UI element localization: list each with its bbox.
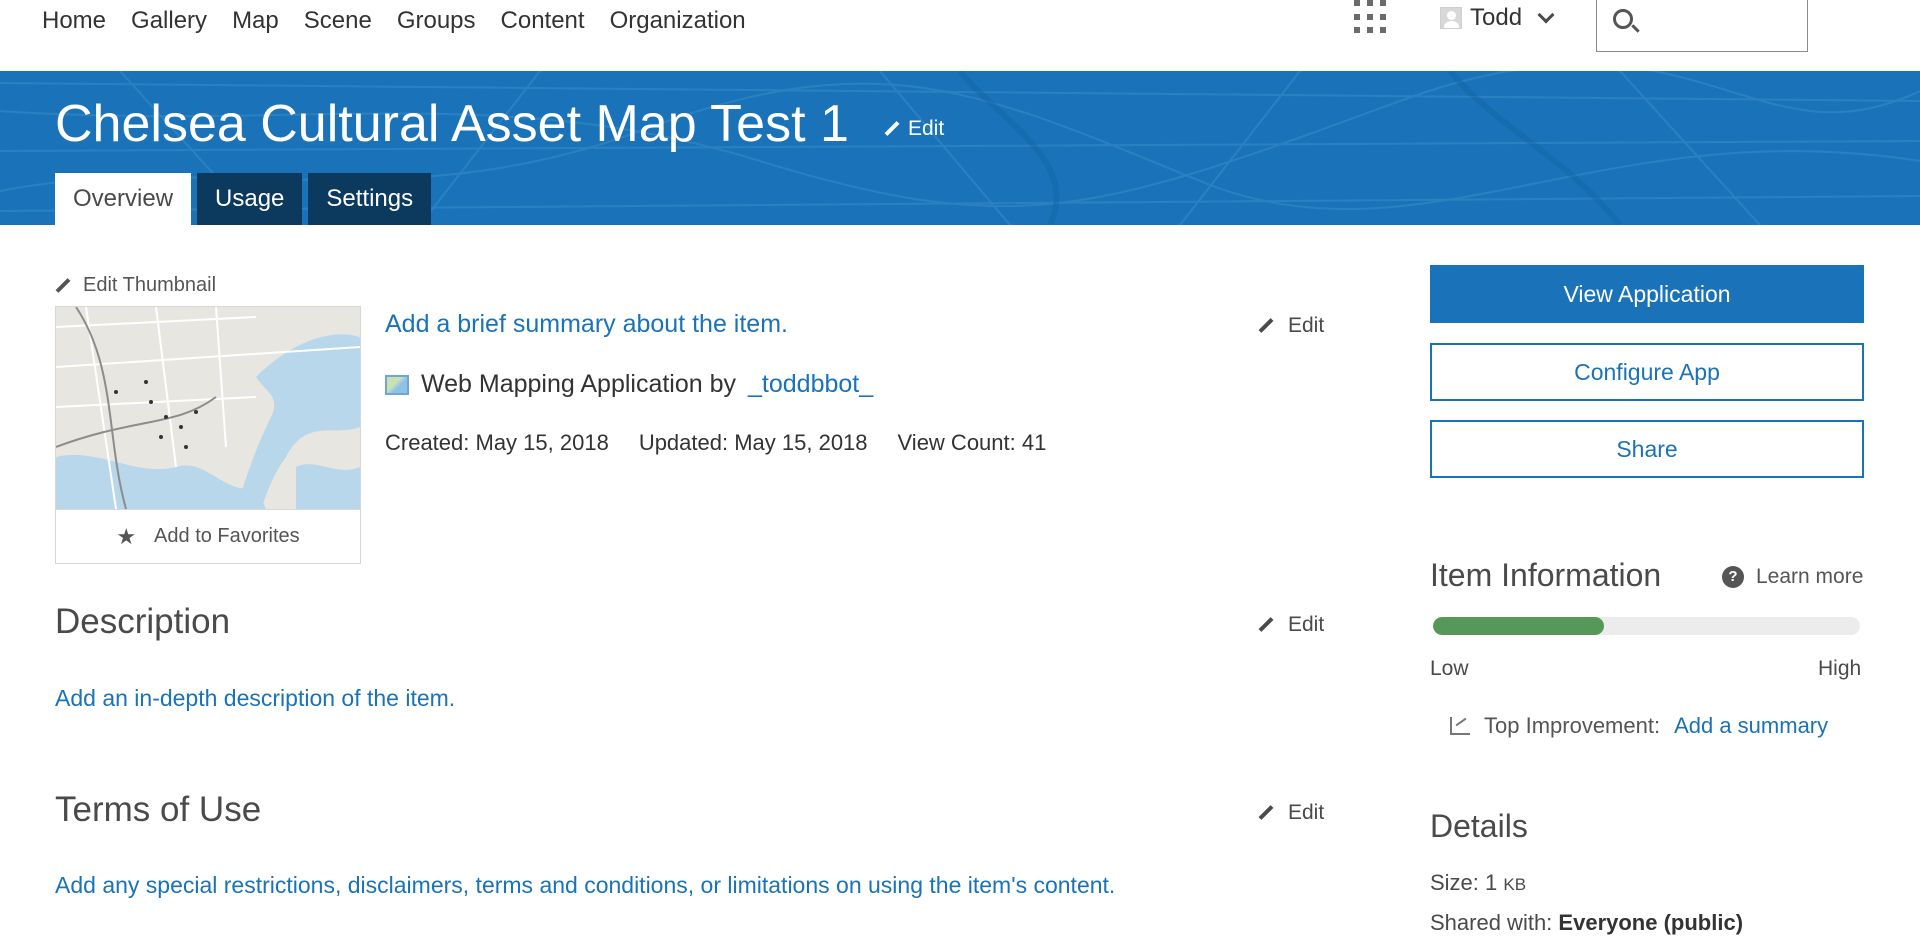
title-edit-label: Edit: [908, 117, 945, 140]
shared-detail: Shared with: Everyone (public): [1430, 910, 1743, 936]
pencil-icon: [55, 278, 71, 294]
edit-thumbnail-button[interactable]: Edit Thumbnail: [55, 274, 216, 297]
item-tabs: Overview Usage Settings: [55, 173, 432, 225]
add-description-link[interactable]: Add an in-depth description of the item.: [55, 685, 455, 712]
terms-edit-label: Edit: [1288, 801, 1325, 824]
star-icon: ★: [116, 523, 137, 549]
app-type-icon: [385, 374, 409, 395]
tab-overview[interactable]: Overview: [55, 173, 192, 225]
title-edit-button[interactable]: Edit: [884, 117, 944, 141]
tab-usage[interactable]: Usage: [197, 173, 303, 225]
trend-icon: [1450, 717, 1470, 735]
add-terms-link[interactable]: Add any special restrictions, disclaimer…: [55, 872, 1115, 899]
pencil-icon: [1258, 805, 1274, 821]
summary-edit-button[interactable]: Edit: [1258, 314, 1324, 338]
item-type-line: Web Mapping Application by _toddbbot_: [385, 370, 873, 399]
description-heading: Description: [55, 602, 231, 641]
terms-edit-button[interactable]: Edit: [1258, 801, 1324, 825]
avatar-icon: [1440, 7, 1462, 29]
summary-edit-label: Edit: [1288, 314, 1325, 337]
thumbnail-map-image: [56, 307, 360, 509]
configure-app-button[interactable]: Configure App: [1430, 343, 1864, 401]
nav-links: Home Gallery Map Scene Groups Content Or…: [42, 6, 746, 36]
nav-groups[interactable]: Groups: [397, 6, 476, 36]
item-meta: Created: May 15, 2018 Updated: May 15, 2…: [385, 430, 1046, 456]
user-name: Todd: [1470, 4, 1523, 31]
learn-more-label: Learn more: [1756, 565, 1864, 588]
top-improvement-label: Top Improvement:: [1484, 713, 1661, 738]
pencil-icon: [884, 121, 900, 137]
user-menu[interactable]: Todd: [1440, 4, 1555, 32]
learn-more-link[interactable]: ? Learn more: [1722, 565, 1863, 589]
pencil-icon: [1258, 617, 1274, 633]
search-box[interactable]: [1596, 0, 1808, 52]
add-to-favorites-label: Add to Favorites: [154, 525, 300, 547]
add-summary-improvement-link[interactable]: Add a summary: [1674, 713, 1828, 739]
item-header-banner: Chelsea Cultural Asset Map Test 1 Edit O…: [0, 71, 1920, 225]
thumbnail-card: ★ Add to Favorites: [55, 306, 361, 564]
tab-settings[interactable]: Settings: [308, 173, 432, 225]
nav-organization[interactable]: Organization: [610, 6, 746, 36]
nav-map[interactable]: Map: [232, 6, 279, 36]
item-information-heading: Item Information: [1430, 557, 1662, 593]
search-icon[interactable]: [1613, 9, 1633, 29]
size-unit: KB: [1503, 875, 1527, 894]
add-to-favorites-button[interactable]: ★ Add to Favorites: [56, 509, 360, 563]
created-date: Created: May 15, 2018: [385, 430, 609, 455]
updated-date: Updated: May 15, 2018: [638, 430, 868, 455]
terms-heading: Terms of Use: [55, 790, 262, 829]
help-icon: ?: [1722, 566, 1744, 588]
size-value: 1: [1485, 870, 1498, 895]
edit-thumbnail-label: Edit Thumbnail: [83, 274, 217, 296]
item-type-text: Web Mapping Application by: [421, 370, 737, 398]
item-information-meter: [1433, 617, 1860, 635]
view-count: View Count: 41: [897, 430, 1047, 455]
description-edit-button[interactable]: Edit: [1258, 613, 1324, 637]
meter-low-label: Low: [1430, 657, 1469, 680]
view-application-button[interactable]: View Application: [1430, 265, 1864, 323]
description-edit-label: Edit: [1288, 613, 1325, 636]
share-button[interactable]: Share: [1430, 420, 1864, 478]
size-detail: Size: 1 KB: [1430, 870, 1526, 896]
owner-link[interactable]: _toddbbot_: [748, 370, 873, 399]
nav-scene[interactable]: Scene: [304, 6, 372, 36]
nav-gallery[interactable]: Gallery: [131, 6, 207, 36]
add-summary-link[interactable]: Add a brief summary about the item.: [385, 310, 788, 339]
meter-high-label: High: [1818, 657, 1862, 680]
size-label: Size:: [1430, 870, 1479, 895]
nav-content[interactable]: Content: [501, 6, 585, 36]
top-improvement: Top Improvement: Add a summary: [1450, 713, 1828, 739]
item-information-meter-fill: [1433, 617, 1604, 635]
shared-label: Shared with:: [1430, 910, 1553, 935]
chevron-down-icon: [1537, 6, 1555, 24]
shared-value: Everyone (public): [1558, 910, 1744, 935]
pencil-icon: [1258, 318, 1274, 334]
nav-home[interactable]: Home: [42, 6, 106, 36]
details-heading: Details: [1430, 808, 1528, 844]
search-input[interactable]: [1647, 5, 1797, 41]
page-title: Chelsea Cultural Asset Map Test 1: [55, 95, 849, 153]
apps-grid-icon[interactable]: [1354, 0, 1388, 34]
top-navigation: Home Gallery Map Scene Groups Content Or…: [0, 0, 1920, 71]
